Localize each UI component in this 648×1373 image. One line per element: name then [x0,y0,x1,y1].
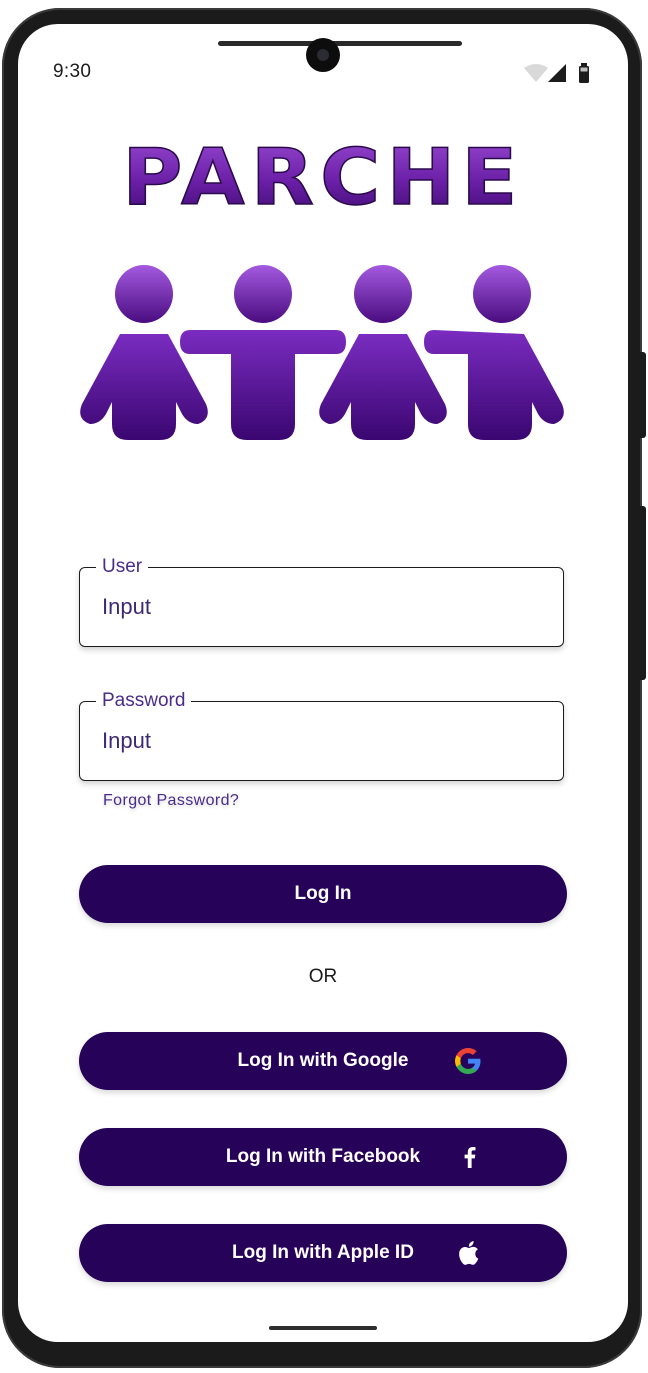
app-logo-text: PARCHE [78,131,568,223]
apple-login-button[interactable]: Log In with Apple ID [79,1224,567,1282]
forgot-password-link[interactable]: Forgot Password? [103,792,239,810]
user-field-label: User [96,556,149,578]
user-field[interactable]: User Input [79,556,564,647]
speaker-slit [218,41,462,46]
apple-login-label: Log In with Apple ID [232,1242,414,1263]
status-icons [522,62,596,84]
signal-icon [548,64,566,82]
password-input[interactable]: Input [102,728,151,754]
login-button[interactable]: Log In [79,865,567,923]
user-input[interactable]: Input [102,594,151,620]
login-button-label: Log In [294,883,352,904]
people-logo-icon [78,264,568,444]
power-button [640,506,646,680]
svg-text:PARCHE: PARCHE [122,132,523,222]
home-indicator[interactable] [269,1326,377,1330]
volume-button [640,352,646,438]
google-login-button[interactable]: Log In with Google [79,1032,567,1090]
or-divider-text: OR [308,966,338,987]
apple-icon [453,1237,485,1269]
facebook-icon [454,1141,486,1173]
front-camera [306,38,340,72]
google-login-label: Log In with Google [237,1050,409,1071]
password-field[interactable]: Password Input [79,690,564,781]
google-icon [452,1045,484,1077]
status-time: 9:30 [53,61,92,82]
password-field-label: Password [96,690,192,712]
wifi-icon [524,64,548,82]
facebook-login-label: Log In with Facebook [225,1146,421,1167]
battery-icon [579,63,589,83]
facebook-login-button[interactable]: Log In with Facebook [79,1128,567,1186]
screen: 9:30 PARCHE User Input Password Input Fo… [18,24,628,1342]
